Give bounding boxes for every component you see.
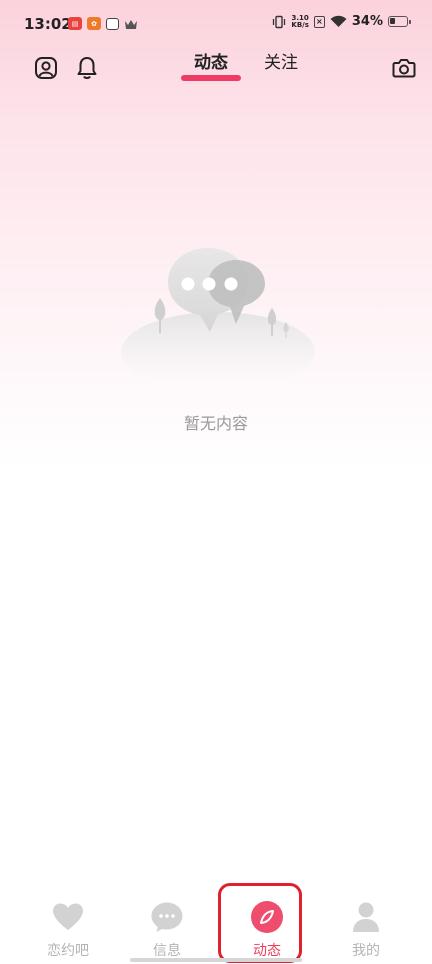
vibrate-icon — [273, 15, 286, 28]
heart-icon — [53, 903, 83, 930]
annotation-highlight-box — [218, 883, 302, 963]
camera-icon — [392, 59, 416, 78]
battery-icon — [388, 16, 411, 27]
notification-icons: ▤ ✿ — [68, 17, 138, 30]
chat-bubble-icon — [151, 902, 183, 932]
status-time: 13:02 — [24, 15, 72, 33]
battery-percent: 34% — [351, 14, 383, 29]
network-speed-unit: KB/s — [291, 20, 309, 29]
active-tab-indicator — [181, 75, 241, 81]
network-speed: 3.10 KB/s — [291, 14, 309, 29]
app-notification-icon: ▤ — [68, 17, 82, 30]
camera-button[interactable] — [390, 54, 418, 82]
crown-icon — [125, 19, 137, 29]
nav-label-me: 我的 — [352, 943, 380, 959]
nav-item-messages[interactable]: 信息 — [127, 900, 207, 960]
nav-label-messages: 信息 — [153, 943, 181, 959]
nav-item-me[interactable]: 我的 — [326, 900, 406, 960]
tab-follow[interactable]: 关注 — [264, 48, 298, 73]
nav-label-home: 恋约吧 — [47, 943, 89, 959]
empty-chat-illustration-icon — [121, 248, 315, 385]
profile-button[interactable] — [32, 54, 60, 82]
app-notification-icon: ✿ — [87, 17, 101, 30]
bell-icon — [77, 57, 97, 79]
app-notification-icon — [106, 17, 119, 30]
wifi-icon — [330, 15, 347, 27]
notifications-button[interactable] — [73, 54, 101, 82]
nav-item-home[interactable]: 恋约吧 — [28, 900, 108, 960]
empty-state-message: 暂无内容 — [183, 414, 248, 433]
user-profile-icon — [35, 57, 57, 79]
system-status-icons: 3.10 KB/s × 34% — [272, 14, 411, 29]
status-bar: 13:02 ▤ ✿ 3.10 KB/s × 34% — [0, 0, 432, 50]
home-indicator — [130, 958, 302, 962]
tab-feed[interactable]: 动态 — [194, 48, 228, 73]
top-navigation: 动态 关注 — [0, 44, 432, 94]
no-sim-icon: × — [313, 15, 325, 28]
bottom-navigation: 恋约吧 信息 动态 我的 — [0, 890, 432, 964]
person-icon — [353, 902, 379, 932]
